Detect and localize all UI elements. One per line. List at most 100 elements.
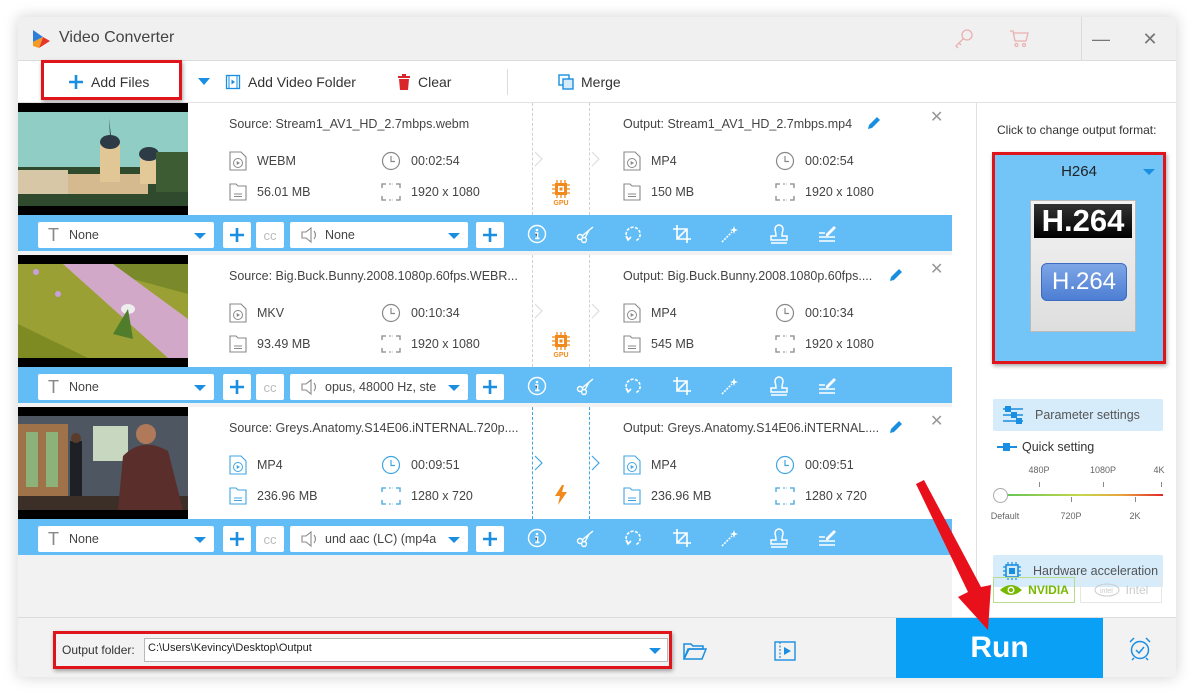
source-resolution-value: 1280 x 720 (411, 489, 473, 503)
watermark-button[interactable] (767, 222, 791, 246)
source-resolution: 1920 x 1080 (381, 335, 480, 353)
subtitle-cc-button[interactable]: cc (256, 374, 284, 400)
chevron-down-icon (448, 385, 460, 391)
subtitle-select[interactable]: T None (38, 526, 214, 552)
quality-slider[interactable]: 480P 1080P 4K Default 720P 2K (990, 465, 1165, 525)
add-files-dropdown[interactable] (198, 61, 217, 103)
close-button[interactable]: ✕ (1135, 25, 1165, 53)
cut-button[interactable] (573, 374, 597, 398)
chevron-down-icon (194, 537, 206, 543)
key-icon[interactable] (953, 27, 975, 49)
video-thumbnail[interactable] (18, 407, 188, 519)
source-format: MP4 (229, 455, 283, 475)
slider-tick (1071, 497, 1072, 502)
crop-button[interactable] (670, 526, 694, 550)
effects-button[interactable] (718, 374, 742, 398)
output-format-value: MP4 (651, 458, 677, 472)
parameter-settings-label: Parameter settings (1035, 408, 1140, 422)
cc-icon: cc (263, 531, 277, 547)
cart-icon[interactable] (1008, 27, 1030, 49)
video-thumbnail[interactable] (18, 103, 188, 215)
file-item[interactable]: Source: Greys.Anatomy.S14E06.iNTERNAL.72… (18, 407, 952, 555)
add-subtitle-button[interactable] (223, 222, 251, 248)
add-audio-button[interactable] (476, 222, 504, 248)
add-video-folder-button[interactable]: Add Video Folder (225, 61, 356, 103)
info-button[interactable] (525, 222, 549, 246)
slider-label-default: Default (990, 511, 1020, 521)
chevron-right-icon (591, 455, 600, 471)
crop-icon (673, 377, 691, 395)
info-button[interactable] (525, 374, 549, 398)
output-resolution: 1920 x 1080 (775, 183, 874, 201)
divider (532, 407, 533, 519)
edit-subtitle-button[interactable] (815, 374, 839, 398)
effects-button[interactable] (718, 222, 742, 246)
subtitle-select[interactable]: T None (38, 222, 214, 248)
effects-wand-icon (721, 378, 738, 395)
scissors-icon (576, 530, 594, 548)
output-format: MP4 (623, 303, 677, 323)
quick-setting-icon (997, 443, 1017, 451)
source-resolution: 1920 x 1080 (381, 183, 480, 201)
audio-track-select[interactable]: None (290, 222, 468, 248)
info-icon (527, 376, 547, 396)
nvidia-toggle[interactable]: NVIDIA (993, 577, 1075, 603)
rotate-button[interactable] (621, 222, 645, 246)
add-subtitle-button[interactable] (223, 374, 251, 400)
edit-output-name-icon[interactable] (888, 419, 904, 435)
crop-button[interactable] (670, 374, 694, 398)
gpu-chip-icon (552, 332, 570, 350)
subtitle-value: None (69, 532, 99, 546)
video-thumbnail[interactable] (18, 255, 188, 367)
add-subtitle-button[interactable] (223, 526, 251, 552)
watermark-button[interactable] (767, 374, 791, 398)
edit-subtitle-button[interactable] (815, 526, 839, 550)
watermark-button[interactable] (767, 526, 791, 550)
edit-output-name-icon[interactable] (888, 267, 904, 283)
info-button[interactable] (525, 526, 549, 550)
output-size: 150 MB (623, 183, 694, 201)
effects-wand-icon (721, 226, 738, 243)
resolution-icon (775, 335, 795, 353)
add-audio-button[interactable] (476, 374, 504, 400)
video-output-icon[interactable] (774, 641, 796, 661)
rotate-button[interactable] (621, 374, 645, 398)
edit-subtitle-icon (819, 378, 836, 394)
cut-button[interactable] (573, 222, 597, 246)
remove-item-button[interactable]: ✕ (930, 262, 943, 278)
subtitle-select[interactable]: T None (38, 374, 214, 400)
edit-subtitle-button[interactable] (815, 222, 839, 246)
effects-button[interactable] (718, 526, 742, 550)
merge-button[interactable]: Merge (558, 61, 621, 103)
slider-track[interactable] (1001, 494, 1163, 496)
cut-button[interactable] (573, 526, 597, 550)
minimize-button[interactable]: — (1086, 25, 1116, 53)
slider-knob[interactable] (993, 488, 1008, 503)
clear-button[interactable]: Clear (397, 61, 451, 103)
source-filename: Source: Stream1_AV1_HD_2.7mbps.webm (229, 117, 470, 131)
file-item[interactable]: Source: Stream1_AV1_HD_2.7mbps.webm WEBM… (18, 103, 952, 251)
gpu-acceleration-badge: GPU (549, 332, 573, 359)
file-item[interactable]: Source: Big.Buck.Bunny.2008.1080p.60fps.… (18, 255, 952, 403)
run-button[interactable]: Run (896, 618, 1103, 678)
intel-toggle[interactable]: intel Intel (1080, 577, 1162, 603)
parameter-settings-button[interactable]: Parameter settings (993, 399, 1163, 431)
remove-item-button[interactable]: ✕ (930, 110, 943, 126)
audio-track-select[interactable]: opus, 48000 Hz, ste (290, 374, 468, 400)
remove-item-button[interactable]: ✕ (930, 414, 943, 430)
open-folder-icon[interactable] (683, 642, 707, 660)
audio-track-select[interactable]: und aac (LC) (mp4a (290, 526, 468, 552)
add-audio-button[interactable] (476, 526, 504, 552)
edit-output-name-icon[interactable] (866, 115, 882, 131)
slider-tick (1135, 497, 1136, 502)
sliders-icon (1003, 406, 1023, 424)
subtitle-cc-button[interactable]: cc (256, 526, 284, 552)
gpu-acceleration-badge: GPU (549, 180, 573, 207)
alarm-clock-icon[interactable] (1128, 637, 1152, 661)
subtitle-cc-button[interactable]: cc (256, 222, 284, 248)
rotate-button[interactable] (621, 526, 645, 550)
speaker-icon (301, 531, 317, 547)
clock-icon (775, 455, 795, 475)
crop-button[interactable] (670, 222, 694, 246)
gpu-chip-icon (552, 180, 570, 198)
